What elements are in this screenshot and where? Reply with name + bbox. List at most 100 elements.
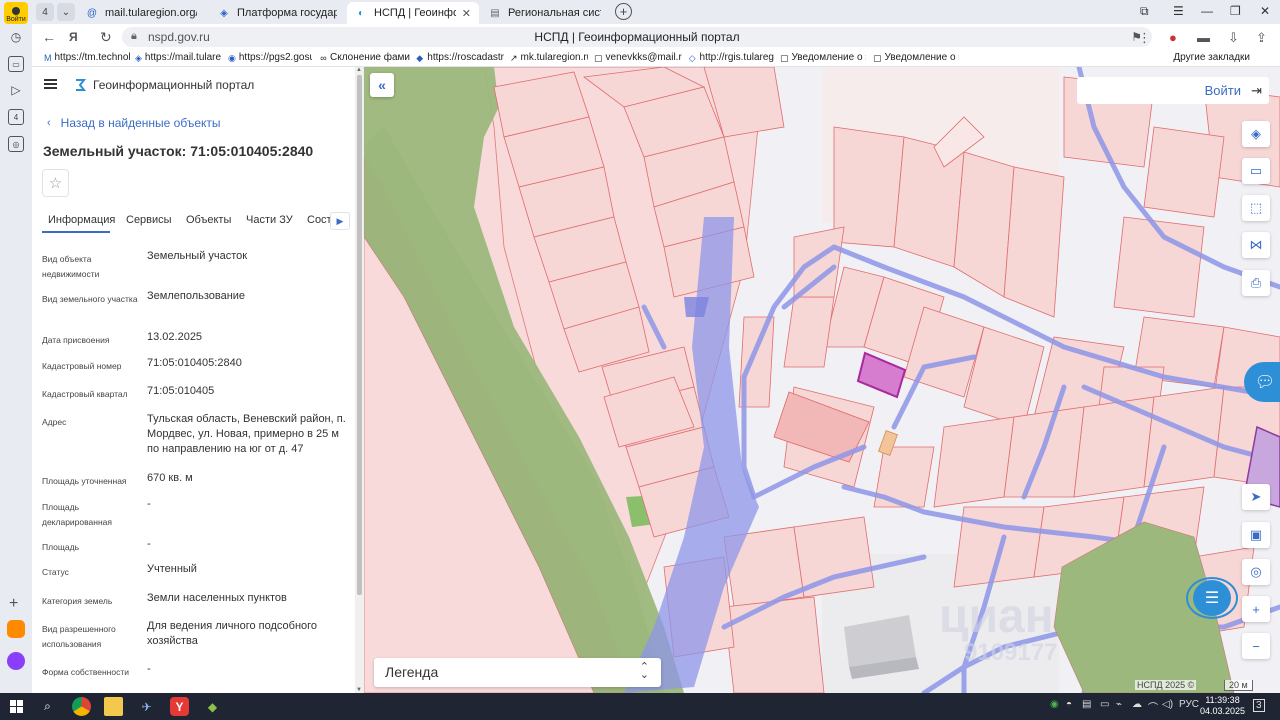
selected-parcel[interactable] xyxy=(856,351,907,399)
extension2-icon[interactable]: ▬ xyxy=(1197,30,1210,45)
field-value: 13.02.2025 xyxy=(147,331,203,343)
field-value: Земли населенных пунктов xyxy=(147,592,287,604)
login-button[interactable]: Войти ⇥ xyxy=(1077,77,1269,104)
bookmark-item[interactable]: Mhttps://tm.technol xyxy=(44,52,130,63)
tab-objects[interactable]: Объекты xyxy=(186,214,231,226)
search-icon[interactable]: ⌕ xyxy=(38,697,57,716)
bookmark-item[interactable]: ◉ https://pgs2.gosu xyxy=(228,52,312,63)
reload-icon[interactable]: ↻ xyxy=(100,29,112,46)
downloads-icon[interactable]: ⇩ xyxy=(1228,30,1239,46)
print-icon[interactable]: ⎙ xyxy=(1242,270,1270,296)
bookmark-item[interactable]: ◆ https://roscadastr xyxy=(415,52,504,63)
alice-app-icon[interactable] xyxy=(7,652,25,670)
tab-parts[interactable]: Части ЗУ xyxy=(246,214,293,226)
screenshot-icon[interactable]: ◎ xyxy=(8,136,24,152)
favorite-star-icon[interactable]: ☆ xyxy=(42,169,69,197)
tray-icon[interactable]: ⌁ xyxy=(1116,699,1122,710)
minimize-icon[interactable]: — xyxy=(1201,4,1213,18)
url-field[interactable]: 🔒︎ nspd.gov.ru НСПД | Геоинформационный … xyxy=(122,27,1152,47)
media-icon[interactable]: ▷ xyxy=(8,82,24,98)
support-chat-tab[interactable]: 💬︎ xyxy=(1244,362,1280,402)
extension-icon[interactable]: ● xyxy=(1169,30,1177,45)
share-page-icon[interactable]: ⇪ xyxy=(1256,30,1267,46)
tab-gov-platform[interactable]: ◈ Платформа государствен xyxy=(210,2,345,24)
history-icon[interactable]: ◷ xyxy=(8,29,24,45)
profile-avatar[interactable]: Войти xyxy=(4,2,28,24)
tab-list-chevron-icon[interactable]: ⌄ xyxy=(57,3,75,21)
back-icon[interactable]: ← xyxy=(42,29,56,45)
wifi-icon[interactable]: ⌒ xyxy=(1148,699,1158,714)
collapse-panel-button[interactable]: « xyxy=(370,73,394,97)
scrollbar-thumb[interactable] xyxy=(357,75,362,595)
picture-in-picture-icon[interactable]: ▣ xyxy=(1242,522,1270,548)
field-label: Площадь уточненная xyxy=(42,476,127,486)
tabs-scroll-right-icon[interactable]: ▶ xyxy=(330,212,350,230)
yandex-icon[interactable]: Я xyxy=(69,30,78,44)
notifications-icon[interactable]: 3 xyxy=(1253,699,1265,712)
map-canvas[interactable]: циан 9109177 « Войти ⇥ ◈ ▭ ⬚ ⋈ ⎙ 💬︎ ➤ ▣ ◎… xyxy=(364,67,1280,693)
restore-icon[interactable]: ❐ xyxy=(1230,4,1241,18)
portal-header: Геоинформационный портал xyxy=(32,67,357,105)
more-icon[interactable]: ⋮ xyxy=(1138,30,1151,46)
tray-icon[interactable]: ▭ xyxy=(1100,699,1109,710)
tab-mail[interactable]: @ mail.tularegion.org/?_task xyxy=(78,2,205,24)
chat-button[interactable]: ☰ xyxy=(1186,577,1238,619)
bookmark-item[interactable]: ▢ Уведомление о п xyxy=(873,52,959,63)
clock[interactable]: 11:39:38 04.03.2025 xyxy=(1200,695,1245,717)
add-panel-icon[interactable]: + xyxy=(9,595,18,613)
tab-group-icon[interactable]: 4 xyxy=(36,3,54,21)
tray-icon[interactable]: ◓ xyxy=(1066,699,1072,710)
tab-nspd[interactable]: ◐ НСПД | Геоинформаци ✕ xyxy=(347,2,479,24)
share-icon[interactable]: ⋈ xyxy=(1242,232,1270,258)
bookmark-item[interactable]: ◇ http://rgis.tulareg xyxy=(688,52,774,63)
tray-icon[interactable]: ☁ xyxy=(1132,699,1142,710)
field-value: - xyxy=(147,663,151,675)
volume-icon[interactable]: ◁) xyxy=(1162,699,1173,710)
locate-icon[interactable]: ◎ xyxy=(1242,559,1270,585)
close-tab-icon[interactable]: ✕ xyxy=(462,7,471,20)
language-indicator[interactable]: РУС xyxy=(1179,699,1199,710)
tray-icon[interactable]: ◉ xyxy=(1050,699,1059,710)
collections-icon[interactable]: ▭ xyxy=(8,56,24,72)
tab-services[interactable]: Сервисы xyxy=(126,214,172,226)
new-tab-button[interactable]: + xyxy=(615,3,632,20)
bookmark-item[interactable]: ▢ venevkks@mail.ru xyxy=(594,52,682,63)
cadastral-map[interactable] xyxy=(364,67,1280,693)
tab-title: НСПД | Геоинформаци xyxy=(374,7,456,19)
bookmark-item[interactable]: ↗ mk.tularegion.ru xyxy=(510,52,588,63)
app-icon[interactable]: ◆ xyxy=(203,697,222,716)
ruler-icon[interactable]: ▭ xyxy=(1242,158,1270,184)
tray-icon[interactable]: ▤ xyxy=(1082,699,1091,710)
menu-icon[interactable]: ☰ xyxy=(1173,4,1184,18)
file-explorer-icon[interactable] xyxy=(104,697,123,716)
notes-icon[interactable]: 4 xyxy=(8,109,24,125)
legend-label: Легенда xyxy=(385,664,439,680)
bookmark-item[interactable]: ◈ https://mail.tulare xyxy=(135,52,221,63)
mail-app-icon[interactable] xyxy=(7,620,25,638)
layers-icon[interactable]: ◈ xyxy=(1242,121,1270,147)
watermark-phone: 9109177 xyxy=(964,639,1058,666)
network-app-icon[interactable]: ✈ xyxy=(137,697,156,716)
bookmark-item[interactable]: ∞ Склонение фами xyxy=(320,52,410,63)
chrome-icon[interactable] xyxy=(72,697,91,716)
other-bookmarks-button[interactable]: Другие закладки xyxy=(1173,52,1250,63)
field-value: - xyxy=(147,498,151,510)
bookmark-item[interactable]: ▢Уведомление о за xyxy=(780,52,866,63)
field-value: Учтенный xyxy=(147,563,197,575)
tab-information[interactable]: Информация xyxy=(48,214,115,226)
zoom-in-icon[interactable]: + xyxy=(1242,596,1270,622)
panel-scrollbar[interactable]: ▲ ▼ xyxy=(355,67,364,693)
tab-regional-system[interactable]: ▤ Региональная система эл xyxy=(481,2,609,24)
legend-dropdown[interactable]: Легенда ⌃ ⌄ xyxy=(374,658,661,687)
menu-burger-icon[interactable] xyxy=(44,79,57,89)
scroll-up-icon[interactable]: ▲ xyxy=(356,67,362,73)
tab-title: Платформа государствен xyxy=(237,7,337,19)
navigate-icon[interactable]: ➤ xyxy=(1242,484,1270,510)
close-window-icon[interactable]: ✕ xyxy=(1260,4,1270,18)
bookmarks-icon[interactable]: ⧉ xyxy=(1140,4,1149,19)
zoom-out-icon[interactable]: − xyxy=(1242,633,1270,659)
yandex-browser-icon[interactable]: Y xyxy=(170,697,189,716)
select-area-icon[interactable]: ⬚ xyxy=(1242,195,1270,221)
back-to-results-link[interactable]: ‹ Назад в найденные объекты xyxy=(47,116,221,130)
windows-start-icon[interactable] xyxy=(10,700,23,713)
